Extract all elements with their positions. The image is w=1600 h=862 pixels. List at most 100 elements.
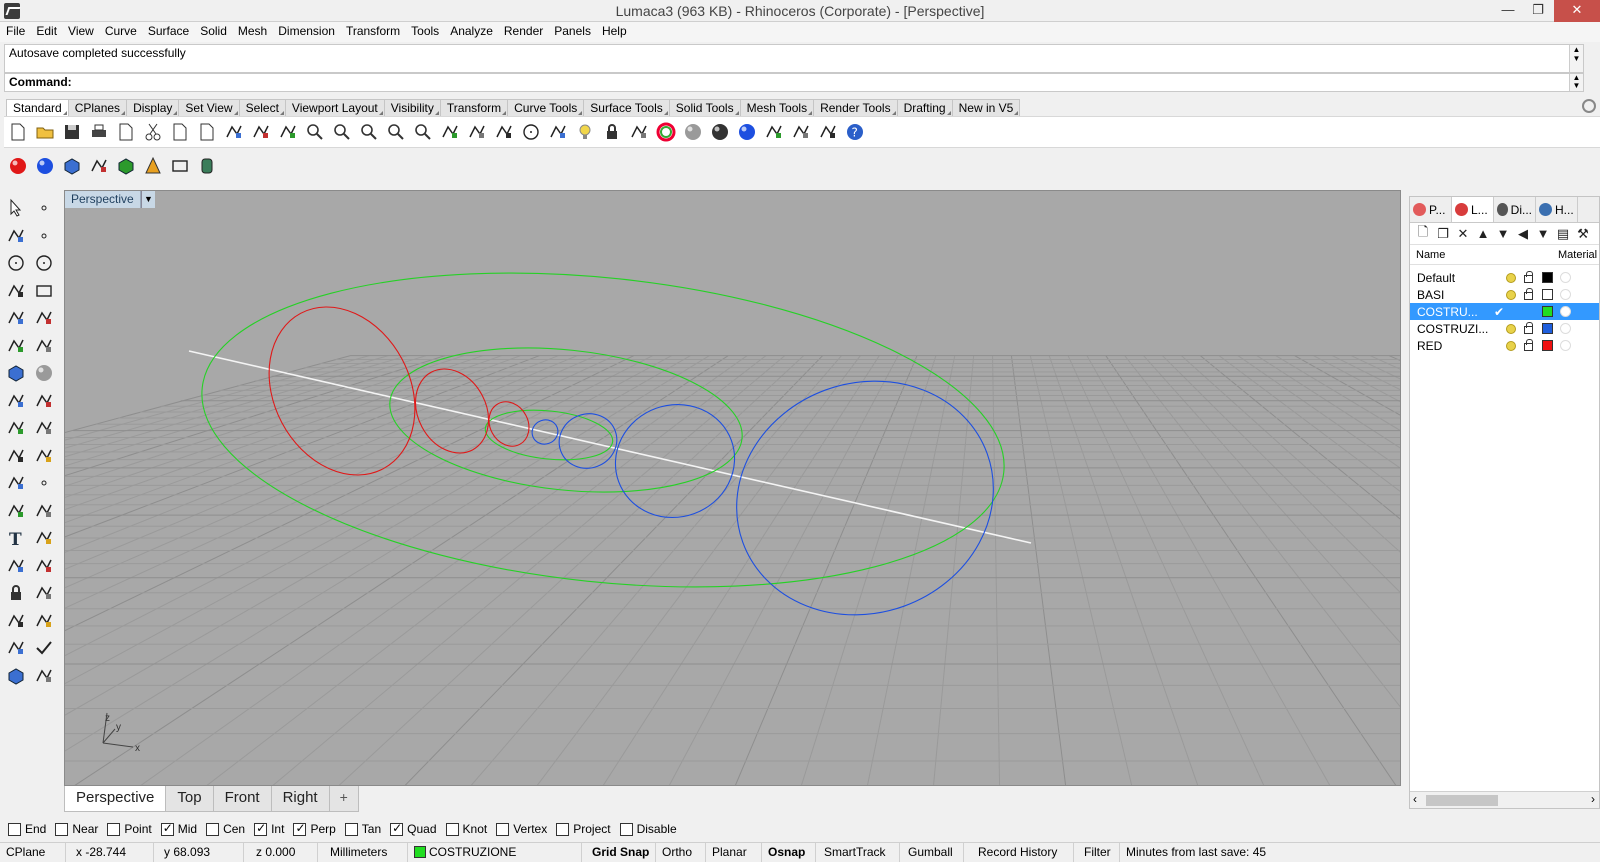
toolbar-tab-transform[interactable]: Transform — [439, 99, 509, 116]
osnap-toggle[interactable]: Osnap — [762, 843, 816, 862]
layer-color-swatch[interactable] — [1542, 306, 1553, 317]
car-wire-icon[interactable] — [490, 119, 517, 145]
menu-render[interactable]: Render — [498, 22, 548, 38]
pan-hand-icon[interactable] — [247, 119, 274, 145]
blue-sphere-icon[interactable] — [31, 153, 58, 179]
osnap-cen[interactable]: Cen — [206, 822, 245, 836]
layer-row[interactable]: BASI — [1410, 286, 1599, 303]
group-icon[interactable] — [3, 553, 29, 579]
filter-toggle[interactable]: Filter — [1074, 843, 1120, 862]
crop-icon[interactable] — [814, 119, 841, 145]
layer-unlock-icon[interactable] — [1524, 339, 1533, 351]
green-cube-icon[interactable] — [112, 153, 139, 179]
toolbar-tab-select[interactable]: Select — [238, 99, 286, 116]
split-icon[interactable] — [31, 415, 57, 441]
layer-color-swatch[interactable] — [1542, 340, 1553, 351]
menu-panels[interactable]: Panels — [548, 22, 596, 38]
move-up-icon[interactable]: ▲ — [1473, 226, 1493, 241]
osnap-near[interactable]: Near — [55, 822, 98, 836]
panel-tab-help-panel[interactable]: H... — [1536, 197, 1578, 222]
dimension-icon[interactable] — [31, 525, 57, 551]
command-spinner[interactable]: ▲ ▼ — [1569, 74, 1583, 91]
toolbar-tab-cplanes[interactable]: CPlanes — [67, 99, 128, 116]
scroll-right-icon[interactable]: › — [1591, 792, 1595, 806]
sphere-gray-icon[interactable] — [679, 119, 706, 145]
trim-icon[interactable] — [3, 443, 29, 469]
menu-help[interactable]: Help — [596, 22, 632, 38]
planar-toggle[interactable]: Planar — [706, 843, 762, 862]
four-viewports-icon[interactable] — [436, 119, 463, 145]
layer-unlock-icon[interactable] — [1524, 288, 1533, 300]
zoom-extents-icon[interactable] — [355, 119, 382, 145]
osnap-checkbox[interactable] — [254, 821, 268, 836]
toolbar-tab-new-in-v5[interactable]: New in V5 — [951, 99, 1021, 116]
gumball-toggle[interactable]: Gumball — [900, 843, 964, 862]
layer-row[interactable]: COSTRUZI... — [1410, 320, 1599, 337]
osnap-knot[interactable]: Knot — [445, 822, 487, 836]
circle-shade-icon[interactable] — [517, 119, 544, 145]
help-icon[interactable]: ? — [841, 119, 868, 145]
record-history-toggle[interactable]: Record History — [964, 843, 1074, 862]
extract-icon[interactable] — [3, 635, 29, 661]
scroll-thumb[interactable] — [1426, 795, 1498, 806]
toolbar-tab-surface-tools[interactable]: Surface Tools — [583, 99, 670, 116]
sphere-blue-icon[interactable] — [733, 119, 760, 145]
curve-edit-icon[interactable] — [3, 498, 29, 524]
osnap-checkbox[interactable] — [619, 822, 633, 836]
block-icon[interactable] — [3, 580, 29, 606]
layer-unlock-icon[interactable] — [1524, 322, 1533, 334]
layer-row[interactable]: Default — [1410, 269, 1599, 286]
sphere-dark-icon[interactable] — [706, 119, 733, 145]
menu-transform[interactable]: Transform — [340, 22, 405, 38]
undo-icon[interactable] — [220, 119, 247, 145]
panel-tab-layers[interactable]: L... — [1452, 197, 1494, 222]
panel-tab-properties[interactable]: P... — [1410, 197, 1452, 222]
toolbar-tab-render-tools[interactable]: Render Tools — [813, 99, 898, 116]
layer-row[interactable]: COSTRU... ✔ — [1410, 303, 1599, 320]
layer-material-icon[interactable] — [1560, 289, 1571, 300]
grid-snap-toggle[interactable]: Grid Snap — [582, 843, 656, 862]
mesh-icon[interactable] — [3, 663, 29, 689]
menu-dimension[interactable]: Dimension — [272, 22, 340, 38]
view-tab-top[interactable]: Top — [165, 786, 214, 812]
layer-row[interactable]: RED — [1410, 337, 1599, 354]
move-icon[interactable] — [31, 498, 57, 524]
toolbar-options-gear-icon[interactable] — [1582, 99, 1596, 113]
ellipse-icon[interactable] — [31, 250, 57, 276]
menu-edit[interactable]: Edit — [30, 22, 62, 38]
flash-icon[interactable] — [760, 119, 787, 145]
points-group-icon[interactable] — [31, 470, 57, 496]
cut-icon[interactable] — [139, 119, 166, 145]
menu-solid[interactable]: Solid — [194, 22, 232, 38]
osnap-checkbox[interactable] — [390, 821, 404, 836]
render-icon[interactable] — [31, 663, 57, 689]
layer-material-icon[interactable] — [1560, 340, 1571, 351]
loft-icon[interactable] — [31, 388, 57, 414]
panel-tab-display[interactable]: Di... — [1494, 197, 1536, 222]
ortho-toggle[interactable]: Ortho — [656, 843, 706, 862]
osnap-perp[interactable]: Perp — [293, 821, 336, 836]
history-scrollbar[interactable]: ▲ ▼ — [1569, 45, 1583, 72]
minimize-button[interactable]: — — [1492, 0, 1524, 22]
extrude-icon[interactable] — [3, 388, 29, 414]
curve-points-icon[interactable] — [31, 223, 57, 249]
check-icon[interactable] — [31, 635, 57, 661]
view-tab-right[interactable]: Right — [270, 786, 330, 812]
bounding-box-icon[interactable] — [166, 153, 193, 179]
osnap-vertex[interactable]: Vertex — [496, 822, 547, 836]
add-viewport-tab[interactable]: + — [328, 786, 359, 812]
cplane-indicator[interactable]: CPlane — [0, 843, 66, 862]
point-icon[interactable] — [31, 195, 57, 221]
circle-icon[interactable] — [3, 250, 29, 276]
boolean-icon[interactable] — [3, 470, 29, 496]
osnap-checkbox[interactable] — [160, 821, 174, 836]
text-icon[interactable]: T — [3, 525, 29, 551]
osnap-end[interactable]: End — [8, 822, 46, 836]
view-tab-perspective[interactable]: Perspective — [64, 786, 167, 812]
toolbar-tab-mesh-tools[interactable]: Mesh Tools — [739, 99, 815, 116]
menu-curve[interactable]: Curve — [99, 22, 142, 38]
osnap-mid[interactable]: Mid — [160, 821, 197, 836]
layer-color-swatch[interactable] — [1542, 272, 1553, 283]
zoom-icon[interactable] — [301, 119, 328, 145]
filter-icon[interactable]: ▼ — [1533, 226, 1553, 241]
